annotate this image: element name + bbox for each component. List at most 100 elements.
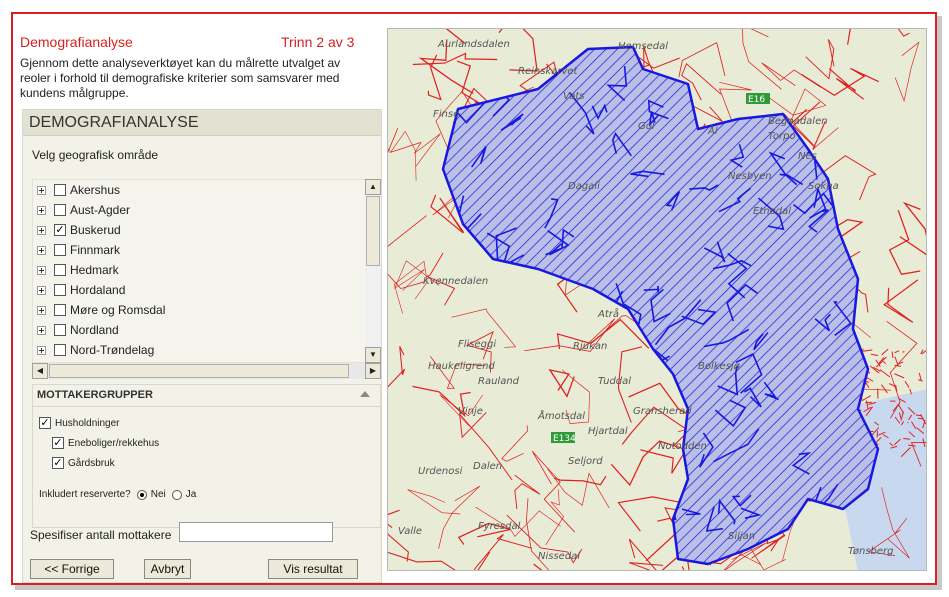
- map-place-label: Kvennedalen: [423, 276, 488, 287]
- map-place-label: Aurlandsdalen: [437, 39, 510, 50]
- map-place-label: Fliseggi: [458, 339, 496, 350]
- region-label: Hedmark: [70, 263, 119, 277]
- map-place-label: Dalen: [473, 461, 502, 472]
- map-place-label: Seljord: [568, 456, 603, 467]
- region-item[interactable]: Aust-Agder: [33, 200, 373, 220]
- map-place-label: E16: [748, 95, 765, 105]
- map-place-label: E134: [553, 434, 576, 444]
- expand-icon[interactable]: [37, 225, 46, 235]
- households-label: Husholdninger: [55, 417, 120, 429]
- reserved-no-label: Nei: [150, 489, 166, 500]
- map-place-label: Dagali: [568, 181, 600, 192]
- expand-icon[interactable]: [37, 285, 46, 295]
- show-result-button[interactable]: Vis resultat: [268, 559, 358, 579]
- households-checkbox[interactable]: ✓: [39, 417, 51, 429]
- map-road: [917, 417, 924, 420]
- reserved-row: Inkludert reserverte? Nei Ja: [39, 489, 196, 500]
- region-checkbox[interactable]: [54, 344, 66, 356]
- map-place-label: Hjartdal: [588, 426, 628, 437]
- detached-option[interactable]: ✓ Eneboliger/rekkehus: [52, 437, 159, 449]
- region-label: Finnmark: [70, 243, 121, 257]
- region-checkbox[interactable]: [54, 264, 66, 276]
- expand-icon[interactable]: [37, 205, 46, 215]
- analysis-panel: DEMOGRAFIANALYSE Velg geografisk område …: [22, 109, 382, 583]
- map-place-label: Fyresdal: [478, 521, 521, 532]
- map-place-label: Gransherad: [633, 406, 692, 417]
- region-item[interactable]: ✓ Buskerud: [33, 220, 373, 240]
- map-place-label: Tuddal: [598, 376, 631, 387]
- region-list-hscroll[interactable]: ◀ ▶: [32, 363, 381, 379]
- map-place-label: Haukeligrend: [428, 361, 495, 372]
- recipient-groups: MOTTAKERGRUPPER ✓ Husholdninger ✓ Enebol…: [32, 384, 381, 528]
- households-option[interactable]: ✓ Husholdninger: [39, 417, 120, 429]
- region-label: Nordland: [70, 323, 119, 337]
- map-place-label: Nesbyen: [728, 171, 772, 182]
- region-checkbox[interactable]: [54, 324, 66, 336]
- region-checkbox[interactable]: [54, 304, 66, 316]
- region-item[interactable]: Møre og Romsdal: [33, 300, 373, 320]
- region-label: Buskerud: [70, 223, 121, 237]
- recipient-groups-heading[interactable]: MOTTAKERGRUPPER: [33, 385, 380, 407]
- app-window: Demografianalyse Trinn 2 av 3 Gjennom de…: [11, 12, 937, 585]
- map-place-label: Torpo: [768, 131, 796, 142]
- region-item[interactable]: Nord-Trøndelag: [33, 340, 373, 360]
- hscroll-thumb[interactable]: [49, 364, 349, 378]
- recipient-groups-title: MOTTAKERGRUPPER: [37, 389, 153, 401]
- region-checkbox[interactable]: [54, 284, 66, 296]
- map-place-label: Gol: [638, 121, 655, 132]
- region-item[interactable]: Nordland: [33, 320, 373, 340]
- map-place-label: Etnedal: [753, 206, 791, 217]
- page-title: Demografianalyse: [20, 34, 133, 50]
- region-item[interactable]: Hedmark: [33, 260, 373, 280]
- map-place-label: Reinskarvet: [518, 66, 579, 77]
- map-place-label: Ål: [707, 124, 718, 137]
- region-list: Akershus Aust-Agder ✓ Buskerud Finnmark Hedma…: [32, 179, 374, 363]
- window-shadow-bottom: [15, 585, 942, 590]
- region-checkbox[interactable]: [54, 244, 66, 256]
- specify-recipients-label: Spesifiser antall mottakere: [30, 528, 172, 542]
- region-list-vscroll[interactable]: ▲ ▼: [365, 179, 381, 363]
- map-place-label: Vats: [563, 91, 584, 102]
- intro-text: Gjennom dette analyseverktøyet kan du må…: [20, 56, 341, 100]
- region-item[interactable]: Hordaland: [33, 280, 373, 300]
- expand-icon[interactable]: [37, 345, 46, 355]
- expand-icon[interactable]: [37, 325, 46, 335]
- reserved-yes-radio[interactable]: [171, 489, 182, 500]
- collapse-icon[interactable]: [360, 391, 370, 397]
- farms-checkbox[interactable]: ✓: [52, 457, 64, 469]
- region-checkbox[interactable]: [54, 204, 66, 216]
- map-place-label: Finse: [433, 109, 459, 120]
- area-label: Velg geografisk område: [32, 148, 159, 162]
- reserved-no-radio[interactable]: [136, 489, 147, 500]
- region-checkbox[interactable]: [54, 184, 66, 196]
- region-label: Hordaland: [70, 283, 126, 297]
- map-place-label: Siljan: [728, 531, 755, 542]
- map-place-label: Rjukan: [573, 341, 607, 352]
- region-item[interactable]: Finnmark: [33, 240, 373, 260]
- expand-icon[interactable]: [37, 305, 46, 315]
- region-item[interactable]: Akershus: [33, 180, 373, 200]
- map-place-label: Nes: [798, 151, 817, 162]
- scroll-up-button[interactable]: ▲: [365, 179, 381, 195]
- region-checkbox[interactable]: ✓: [54, 224, 66, 236]
- expand-icon[interactable]: [37, 245, 46, 255]
- map-place-label: Urdenosi: [418, 466, 463, 477]
- map-canvas[interactable]: Aurlandsdalen Hemsedal Reinskarvet Vats Fins…: [388, 29, 927, 571]
- reserved-yes-label: Ja: [185, 489, 197, 500]
- specify-recipients-input[interactable]: [179, 522, 333, 542]
- scroll-thumb[interactable]: [366, 196, 380, 266]
- expand-icon[interactable]: [37, 185, 46, 195]
- expand-icon[interactable]: [37, 265, 46, 275]
- map-place-label: Atrå: [597, 307, 619, 320]
- map-place-label: Vinje: [458, 406, 483, 417]
- farms-option[interactable]: ✓ Gårdsbruk: [52, 457, 115, 469]
- scroll-right-button[interactable]: ▶: [365, 363, 381, 379]
- map-view[interactable]: Aurlandsdalen Hemsedal Reinskarvet Vats Fins…: [387, 28, 927, 571]
- scroll-left-button[interactable]: ◀: [32, 363, 48, 379]
- back-button[interactable]: << Forrige: [30, 559, 114, 579]
- region-label: Møre og Romsdal: [70, 303, 166, 317]
- scroll-down-button[interactable]: ▼: [365, 347, 381, 363]
- region-label: Aust-Agder: [70, 203, 131, 217]
- detached-checkbox[interactable]: ✓: [52, 437, 64, 449]
- cancel-button[interactable]: Avbryt: [144, 559, 191, 579]
